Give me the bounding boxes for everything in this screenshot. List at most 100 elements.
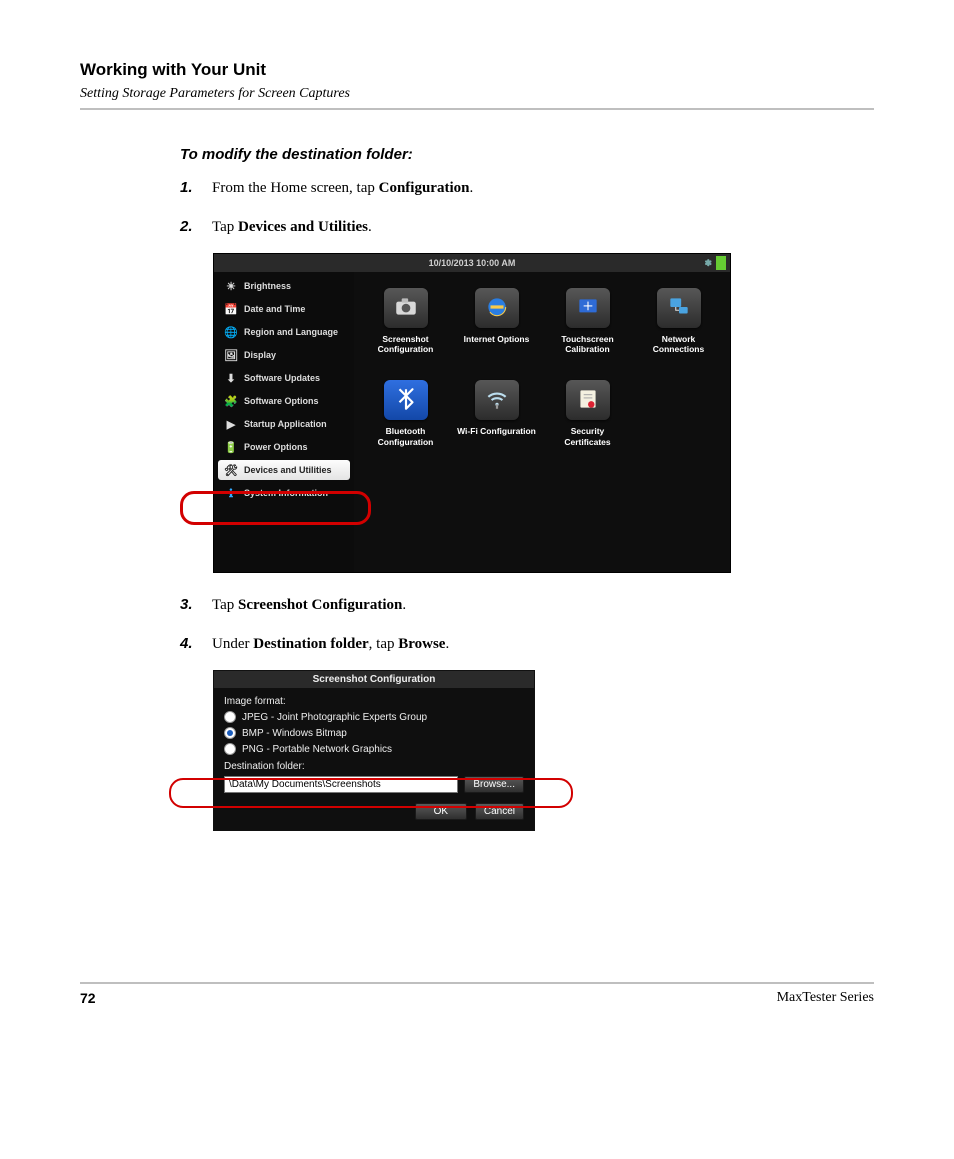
download-icon: ⬇ bbox=[224, 371, 238, 385]
step-2: 2. Tap Devices and Utilities. bbox=[180, 216, 770, 239]
destination-folder-field[interactable]: \Data\My Documents\Screenshots bbox=[224, 776, 458, 793]
clock: 10/10/2013 10:00 AM bbox=[429, 258, 516, 268]
sidebar-item-label: Power Options bbox=[244, 442, 308, 452]
step-number: 2. bbox=[180, 216, 212, 239]
ok-button[interactable]: OK bbox=[415, 803, 467, 820]
chapter-title: Working with Your Unit bbox=[80, 60, 874, 80]
step-bold: Configuration bbox=[379, 180, 470, 196]
tile-bluetooth-config[interactable]: Bluetooth Configuration bbox=[366, 380, 445, 446]
globe-icon: 🌐 bbox=[224, 325, 238, 339]
dialog-title: Screenshot Configuration bbox=[214, 671, 534, 688]
page-number: 72 bbox=[80, 990, 96, 1006]
radio-png[interactable]: PNG - Portable Network Graphics bbox=[224, 743, 524, 755]
tile-wifi-config[interactable]: Wi-Fi Configuration bbox=[457, 380, 536, 446]
sidebar-item-swoptions[interactable]: 🧩 Software Options bbox=[218, 391, 350, 411]
tile-label: Touchscreen Calibration bbox=[548, 334, 627, 354]
sidebar-item-datetime[interactable]: 📅 Date and Time bbox=[218, 299, 350, 319]
sidebar-item-updates[interactable]: ⬇Software Updates bbox=[218, 368, 350, 388]
sidebar-item-label: Devices and Utilities bbox=[244, 465, 332, 475]
sidebar-item-label: Date and Time bbox=[244, 304, 305, 314]
header-rule bbox=[80, 108, 874, 110]
screenshot-config-dialog: Screenshot Configuration Image format: J… bbox=[214, 671, 770, 830]
destination-folder-label: Destination folder: bbox=[224, 761, 524, 772]
step-mid: , tap bbox=[369, 636, 399, 652]
sidebar-item-sysinfo[interactable]: ℹ System Information bbox=[218, 483, 350, 503]
series-label: MaxTester Series bbox=[777, 990, 874, 1006]
power-icon: 🔋 bbox=[224, 440, 238, 454]
tile-label: Bluetooth Configuration bbox=[366, 426, 445, 446]
wifi-icon bbox=[484, 386, 510, 414]
tile-touchscreen-calibration[interactable]: Touchscreen Calibration bbox=[548, 288, 627, 354]
bluetooth-icon: ✽ bbox=[704, 258, 712, 269]
step-4: 4. Under Destination folder, tap Browse. bbox=[180, 633, 770, 656]
step-bold: Devices and Utilities bbox=[238, 219, 368, 235]
tile-label: Internet Options bbox=[464, 334, 530, 344]
sidebar-item-startup[interactable]: ▶Startup Application bbox=[218, 414, 350, 434]
step-bold: Screenshot Configuration bbox=[238, 597, 402, 613]
screenshot-devices-utilities: 10/10/2013 10:00 AM ✽ ☀ Brightness 📅 Date … bbox=[214, 254, 770, 572]
page-footer: 72 MaxTester Series bbox=[80, 982, 874, 1006]
camera-icon bbox=[393, 294, 419, 322]
radio-icon bbox=[224, 743, 236, 755]
display-icon: 🖼 bbox=[224, 348, 238, 362]
radio-label: JPEG - Joint Photographic Experts Group bbox=[242, 712, 427, 723]
sidebar-item-label: Software Options bbox=[244, 396, 319, 406]
radio-icon bbox=[224, 711, 236, 723]
sidebar-item-label: Region and Language bbox=[244, 327, 338, 337]
sidebar-item-power[interactable]: 🔋 Power Options bbox=[218, 437, 350, 457]
battery-icon bbox=[716, 256, 726, 270]
ie-icon bbox=[484, 294, 510, 322]
step-text: Tap bbox=[212, 219, 238, 235]
touchscreen-icon bbox=[575, 294, 601, 322]
step-suffix: . bbox=[469, 180, 473, 196]
step-number: 1. bbox=[180, 177, 212, 200]
step-bold: Destination folder bbox=[253, 636, 368, 652]
sidebar-item-label: Display bbox=[244, 350, 276, 360]
calendar-icon: 📅 bbox=[224, 302, 238, 316]
radio-icon bbox=[224, 727, 236, 739]
step-number: 4. bbox=[180, 633, 212, 656]
browse-button[interactable]: Browse... bbox=[464, 776, 524, 793]
bluetooth-icon bbox=[393, 386, 419, 414]
certificate-icon bbox=[575, 386, 601, 414]
sidebar-item-region[interactable]: 🌐 Region and Language bbox=[218, 322, 350, 342]
tile-network-connections[interactable]: Network Connections bbox=[639, 288, 718, 354]
image-format-label: Image format: bbox=[224, 696, 524, 707]
tile-label: Wi-Fi Configuration bbox=[457, 426, 536, 436]
tile-label: Security Certificates bbox=[548, 426, 627, 446]
utilities-grid: Screenshot Configuration Internet Option… bbox=[354, 272, 730, 572]
info-icon: ℹ bbox=[224, 486, 238, 500]
tools-icon: 🛠 bbox=[224, 463, 238, 477]
step-number: 3. bbox=[180, 594, 212, 617]
step-3: 3. Tap Screenshot Configuration. bbox=[180, 594, 770, 617]
status-bar: 10/10/2013 10:00 AM ✽ bbox=[214, 254, 730, 272]
step-text: Under bbox=[212, 636, 253, 652]
procedure-title: To modify the destination folder: bbox=[180, 146, 770, 163]
puzzle-icon: 🧩 bbox=[224, 394, 238, 408]
tile-internet-options[interactable]: Internet Options bbox=[457, 288, 536, 354]
tile-screenshot-config[interactable]: Screenshot Configuration bbox=[366, 288, 445, 354]
footer-rule bbox=[80, 982, 874, 984]
cancel-button[interactable]: Cancel bbox=[475, 803, 524, 820]
step-text: From the Home screen, tap bbox=[212, 180, 379, 196]
radio-label: BMP - Windows Bitmap bbox=[242, 728, 347, 739]
sidebar-item-label: System Information bbox=[244, 488, 328, 498]
radio-bmp[interactable]: BMP - Windows Bitmap bbox=[224, 727, 524, 739]
network-icon bbox=[666, 294, 692, 322]
tile-label: Screenshot Configuration bbox=[366, 334, 445, 354]
sidebar-item-display[interactable]: 🖼 Display bbox=[218, 345, 350, 365]
step-suffix: . bbox=[445, 636, 449, 652]
brightness-icon: ☀ bbox=[224, 279, 238, 293]
sidebar-item-label: Brightness bbox=[244, 281, 291, 291]
startup-icon: ▶ bbox=[224, 417, 238, 431]
tile-label: Network Connections bbox=[639, 334, 718, 354]
tile-security-certificates[interactable]: Security Certificates bbox=[548, 380, 627, 446]
step-bold2: Browse bbox=[398, 636, 445, 652]
radio-jpeg[interactable]: JPEG - Joint Photographic Experts Group bbox=[224, 711, 524, 723]
step-suffix: . bbox=[368, 219, 372, 235]
radio-label: PNG - Portable Network Graphics bbox=[242, 744, 392, 755]
sidebar-item-devices-utilities[interactable]: 🛠 Devices and Utilities bbox=[218, 460, 350, 480]
step-1: 1. From the Home screen, tap Configurati… bbox=[180, 177, 770, 200]
sidebar-item-brightness[interactable]: ☀ Brightness bbox=[218, 276, 350, 296]
section-subtitle: Setting Storage Parameters for Screen Ca… bbox=[80, 86, 874, 102]
